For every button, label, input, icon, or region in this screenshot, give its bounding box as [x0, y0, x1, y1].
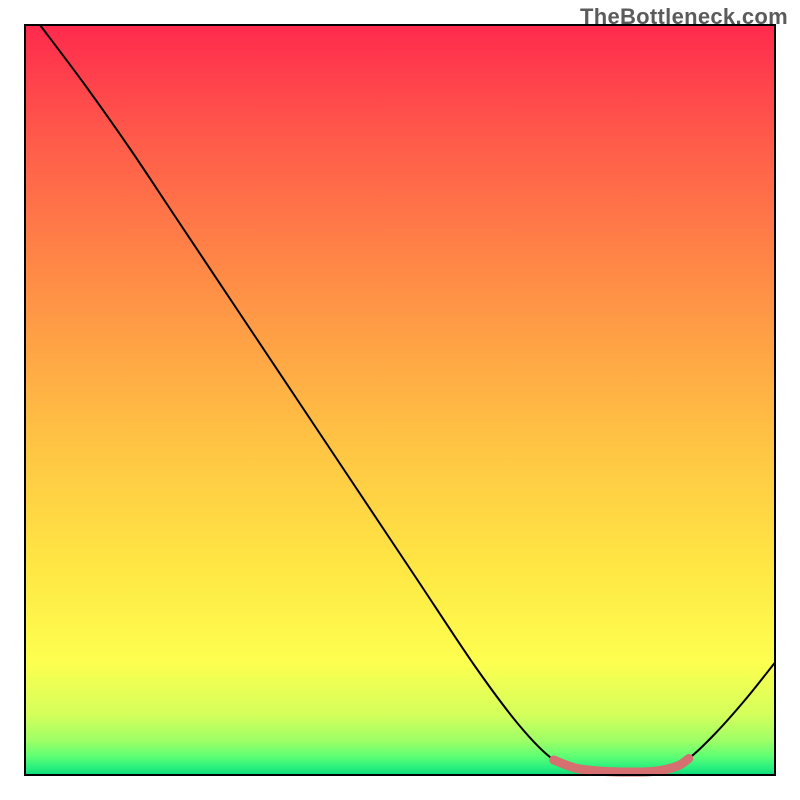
watermark-label: TheBottleneck.com — [580, 4, 788, 30]
chart-container: TheBottleneck.com — [0, 0, 800, 800]
plot-background — [25, 25, 775, 775]
bottleneck-chart — [0, 0, 800, 800]
